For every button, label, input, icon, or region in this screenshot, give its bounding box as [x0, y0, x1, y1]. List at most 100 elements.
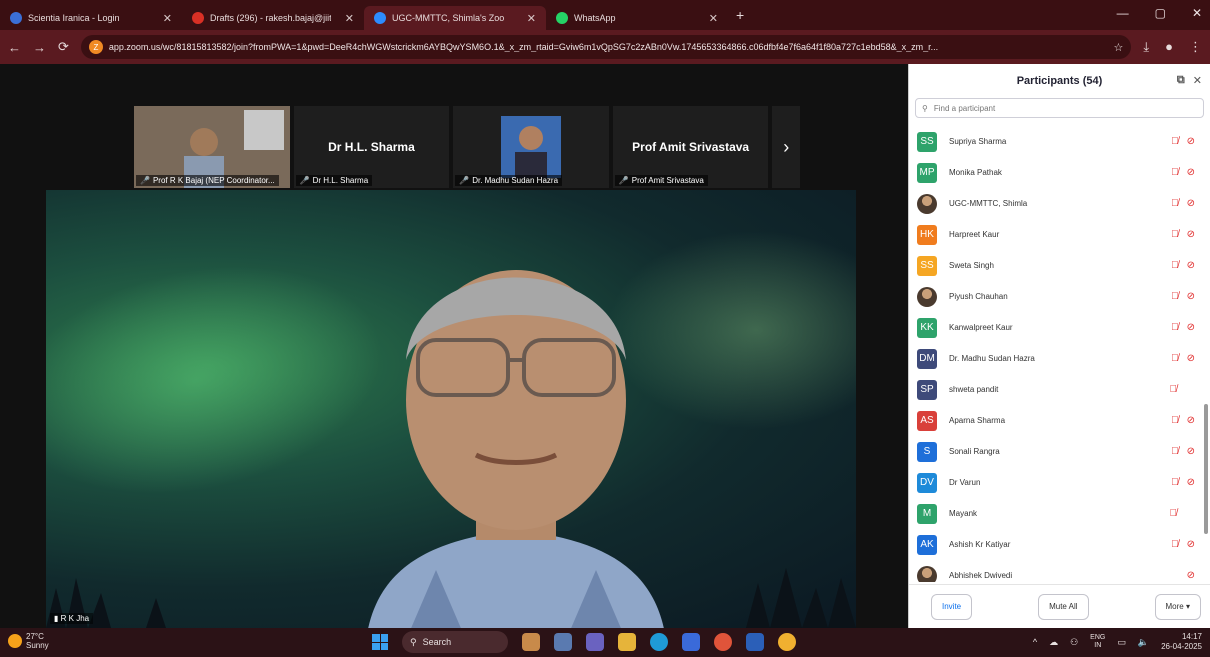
mic-muted-icon: 🎤 — [459, 176, 470, 185]
volume-icon[interactable]: 🔈 — [1138, 637, 1149, 648]
profile-icon[interactable]: ● — [1165, 39, 1173, 55]
participant-name-display: Prof Amit Srivastava — [632, 140, 750, 154]
participant-thumbnail[interactable]: Dr H.L. Sharma 🎤 Dr H.L. Sharma — [293, 106, 450, 188]
browser-tab[interactable]: Drafts (296) - rakesh.bajaj@jiit ✕ — [182, 6, 364, 30]
search-icon: ⚲ — [410, 636, 417, 647]
language-indicator[interactable]: ENG IN — [1090, 634, 1105, 650]
participant-thumbnail[interactable]: 🎤 Prof R K Bajaj (NEP Coordinator... — [134, 106, 290, 188]
word-icon[interactable] — [746, 633, 764, 651]
participant-row[interactable]: KK Kanwalpreet Kaur 🎙̸ ⊘ — [909, 312, 1205, 343]
tab-label: WhatsApp — [574, 13, 616, 23]
chevron-up-icon[interactable]: ^ — [1033, 637, 1037, 647]
participant-row[interactable]: AK Ashish Kr Katiyar 🎙̸ ⊘ — [909, 529, 1205, 560]
participant-search-input[interactable]: ⚲ Find a participant — [915, 98, 1204, 118]
chrome-profile-icon[interactable] — [778, 633, 796, 651]
participant-row[interactable]: SS Sweta Singh 🎙̸ ⊘ — [909, 250, 1205, 281]
participant-thumbnail[interactable]: 🎤 Dr. Madhu Sudan Hazra — [453, 106, 609, 188]
browser-tab[interactable]: Scientia Iranica - Login ✕ — [0, 6, 182, 30]
download-icon[interactable]: ⤓ — [1143, 39, 1149, 55]
mute-all-button[interactable]: Mute All — [1038, 593, 1089, 620]
participant-name: Monika Pathak — [949, 168, 1002, 177]
mic-muted-icon: 🎤 — [618, 176, 629, 185]
url-field[interactable]: Z app.zoom.us/wc/81815813582/join?fromPW… — [80, 35, 1132, 59]
windows-start-icon[interactable] — [372, 634, 388, 650]
tab-close-icon[interactable]: ✕ — [345, 12, 354, 25]
widgets-icon[interactable] — [522, 633, 540, 651]
clock[interactable]: 14:17 26-04-2025 — [1161, 632, 1202, 652]
tab-close-icon[interactable]: ✕ — [709, 12, 718, 25]
taskbar-search[interactable]: ⚲ Search — [402, 631, 508, 653]
back-icon[interactable]: ← — [8, 40, 21, 55]
pop-out-icon[interactable]: ⧉ — [1177, 74, 1185, 87]
participant-row[interactable]: SS Supriya Sharma 🎙̸ ⊘ — [909, 126, 1205, 157]
participant-avatar: SS — [917, 255, 937, 276]
mic-muted-icon: 🎤 — [299, 176, 310, 185]
video-off-icon: ⊘ — [1186, 415, 1195, 426]
tab-close-icon[interactable]: ✕ — [163, 12, 172, 25]
forward-icon[interactable]: → — [33, 40, 46, 55]
thumbnail-label: 🎤 Prof R K Bajaj (NEP Coordinator... — [136, 175, 279, 186]
participant-avatar: HK — [917, 224, 937, 245]
network-icon[interactable]: ⚇ — [1070, 637, 1078, 648]
participant-row[interactable]: M Mayank 🎙̸ — [909, 498, 1205, 529]
next-page-arrow-icon[interactable]: › — [772, 106, 801, 188]
participant-thumbnail[interactable]: Prof Amit Srivastava 🎤 Prof Amit Srivastav… — [612, 106, 769, 188]
window-controls: — ▢ ✕ — [1117, 6, 1202, 20]
browser-menu-icon[interactable]: ⋮ — [1189, 39, 1202, 55]
zoom-site-icon: Z — [88, 40, 103, 54]
participant-row[interactable]: Piyush Chauhan 🎙̸ ⊘ — [909, 281, 1205, 312]
cloud-icon[interactable]: ☁ — [1049, 637, 1058, 648]
more-button[interactable]: More ▾ — [1154, 593, 1201, 620]
participant-row[interactable]: DM Dr. Madhu Sudan Hazra 🎙̸ ⊘ — [909, 343, 1205, 374]
participant-row[interactable]: UGC-MMTTC, Shimla 🎙̸ ⊘ — [909, 188, 1205, 219]
participant-row[interactable]: Abhishek Dwivedi ⊘ — [909, 560, 1205, 582]
tab-close-icon[interactable]: ✕ — [527, 12, 536, 25]
file-explorer-icon[interactable] — [618, 633, 636, 651]
new-tab-icon[interactable]: + — [728, 7, 752, 23]
invite-button[interactable]: Invite — [931, 593, 973, 620]
maximize-icon[interactable]: ▢ — [1155, 6, 1166, 20]
browser-tab[interactable]: UGC-MMTTC, Shimla's Zoo ✕ — [364, 6, 546, 30]
chevron-down-icon: ▾ — [1185, 602, 1190, 611]
participant-list[interactable]: SS Supriya Sharma 🎙̸ ⊘ MP Monika Pathak … — [909, 126, 1205, 582]
participant-list-scrollbar[interactable] — [1204, 404, 1208, 534]
close-window-icon[interactable]: ✕ — [1192, 6, 1202, 20]
task-view-icon[interactable] — [554, 633, 572, 651]
participant-row[interactable]: DV Dr Varun 🎙̸ ⊘ — [909, 467, 1205, 498]
participant-row[interactable]: AS Aparna Sharma 🎙̸ ⊘ — [909, 405, 1205, 436]
participants-panel: Participants (54) ⧉ ✕ ⚲ Find a participa… — [908, 64, 1210, 628]
meeting-area: 🎤 Prof R K Bajaj (NEP Coordinator... Dr H.… — [0, 64, 908, 628]
edge-icon[interactable] — [650, 633, 668, 651]
search-icon: ⚲ — [922, 103, 928, 113]
teams-icon[interactable] — [586, 633, 604, 651]
participants-title: Participants (54) — [1016, 75, 1103, 87]
participant-name: Sonali Rangra — [949, 447, 1000, 456]
mic-muted-icon: 🎙̸ — [1171, 291, 1179, 302]
tree-silhouette — [46, 568, 856, 628]
main-video-label: ▮ R K Jha — [50, 613, 94, 624]
video-off-icon: ⊘ — [1186, 198, 1195, 209]
tab-favicon-icon — [10, 12, 22, 24]
tab-label: Scientia Iranica - Login — [28, 13, 120, 23]
store-icon[interactable] — [682, 633, 700, 651]
participant-name-display: Dr H.L. Sharma — [328, 140, 415, 154]
participant-row[interactable]: HK Harpreet Kaur 🎙̸ ⊘ — [909, 219, 1205, 250]
participant-row[interactable]: MP Monika Pathak 🎙̸ ⊘ — [909, 157, 1205, 188]
taskbar-apps: ⚲ Search — [372, 631, 796, 653]
video-off-icon: ⊘ — [1186, 229, 1195, 240]
close-icon[interactable]: ✕ — [1193, 74, 1202, 87]
chrome-icon[interactable] — [714, 633, 732, 651]
video-off-icon: ⊘ — [1186, 322, 1195, 333]
bookmark-star-icon[interactable]: ☆ — [1114, 41, 1124, 54]
participant-avatar: S — [917, 441, 937, 462]
minimize-icon[interactable]: — — [1117, 6, 1129, 20]
participant-name: UGC-MMTTC, Shimla — [949, 199, 1028, 208]
participant-row[interactable]: S Sonali Rangra 🎙̸ ⊘ — [909, 436, 1205, 467]
display-icon[interactable]: ▭ — [1117, 637, 1126, 648]
reload-icon[interactable]: ⟳ — [58, 39, 69, 55]
video-off-icon: ⊘ — [1186, 291, 1195, 302]
participant-row[interactable]: SP shweta pandit 🎙̸ — [909, 374, 1205, 405]
browser-tab[interactable]: WhatsApp ✕ — [546, 6, 728, 30]
video-off-icon: ⊘ — [1186, 446, 1195, 457]
weather-widget[interactable]: 27°C Sunny — [8, 632, 49, 650]
